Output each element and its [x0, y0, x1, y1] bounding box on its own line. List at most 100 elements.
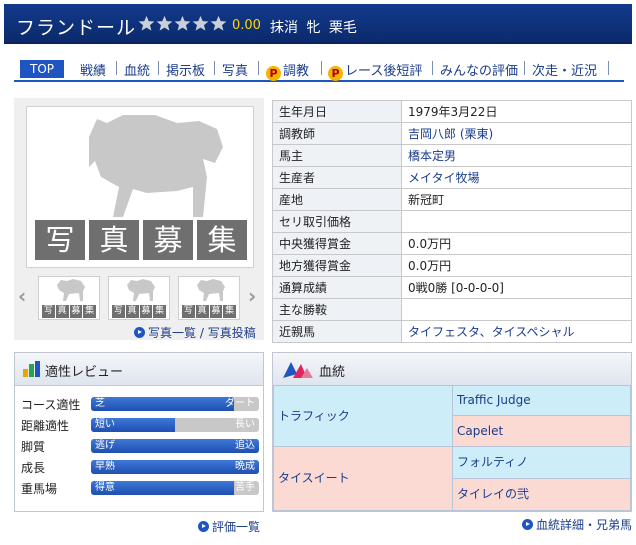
- aptitude-right-label: 苦手: [235, 482, 255, 493]
- pedigree-sire[interactable]: トラフィック: [273, 385, 453, 447]
- profile-value[interactable]: タイフェスタ、タイスペシャル: [401, 320, 632, 343]
- photo-prev-icon[interactable]: ‹: [18, 284, 26, 308]
- profile-label: 馬主: [272, 144, 402, 167]
- aptitude-bar: 早熟 晩成: [91, 460, 259, 474]
- main-photo[interactable]: 写 真 募 集: [26, 106, 254, 268]
- aptitude-label: 脚質: [21, 440, 46, 454]
- photo-next-icon[interactable]: ›: [248, 284, 256, 308]
- aptitude-bar-fill: [91, 439, 259, 453]
- profile-value: 0.0万円: [401, 254, 632, 277]
- premium-icon: P: [328, 66, 343, 81]
- thumb-label: 写真募集: [112, 305, 166, 318]
- pedigree-sire-sire[interactable]: Traffic Judge: [452, 385, 631, 416]
- photo-wanted-char: 募: [143, 220, 193, 260]
- tab-next-race[interactable]: 次走・近況: [532, 60, 597, 79]
- aptitude-right-label: 追込: [235, 440, 255, 451]
- aptitude-left-label: 短い: [95, 419, 115, 430]
- tab-photos[interactable]: 写真: [222, 60, 248, 79]
- profile-label: 産地: [272, 188, 402, 211]
- profile-label: 近親馬: [272, 320, 402, 343]
- profile-label: 生産者: [272, 166, 402, 189]
- profile-row: 生産者 メイタイ牧場: [272, 166, 632, 189]
- profile-value[interactable]: 橋本定男: [401, 144, 632, 167]
- horse-name: フランドール: [16, 17, 137, 39]
- pedigree-panel: 血統 トラフィック Traffic Judge Capelet タイスイート フ…: [272, 352, 632, 512]
- aptitude-bar: 得意 苦手: [91, 481, 259, 495]
- profile-label: 地方獲得賞金: [272, 254, 402, 277]
- tab-board[interactable]: 掲示板: [166, 60, 205, 79]
- photo-wanted-char: 写: [35, 220, 85, 260]
- tab-ratings[interactable]: みんなの評価: [440, 60, 518, 79]
- profile-value[interactable]: メイタイ牧場: [401, 166, 632, 189]
- ratings-list-link[interactable]: 評価一覧: [212, 520, 260, 534]
- star-icon: [192, 15, 209, 31]
- profile-row: 馬主 橋本定男: [272, 144, 632, 167]
- aptitude-left-label: 芝: [95, 398, 105, 409]
- profile-value[interactable]: 吉岡八郎 (栗東): [401, 122, 632, 145]
- profile-value: 新冠町: [401, 188, 632, 211]
- aptitude-header: 適性レビュー: [15, 353, 263, 386]
- thumb-label: 写真募集: [182, 305, 236, 318]
- horse-status: 抹消 牝 栗毛: [270, 20, 357, 36]
- tab-results[interactable]: 戦績: [80, 60, 106, 79]
- horse-header: フランドール 0.00 抹消 牝 栗毛: [4, 4, 632, 44]
- pedigree-sire-dam[interactable]: Capelet: [452, 415, 631, 447]
- aptitude-bar: 短い 長い: [91, 418, 259, 432]
- profile-row: 生年月日 1979年3月22日: [272, 100, 632, 123]
- profile-row: 通算成績 0戦0勝 [0-0-0-0]: [272, 276, 632, 299]
- tab-training[interactable]: P 調教: [266, 60, 309, 81]
- thumb-label: 写真募集: [42, 305, 96, 318]
- pedigree-detail-link[interactable]: 血統詳細・兄弟馬: [536, 518, 632, 532]
- aptitude-label: 成長: [21, 461, 46, 475]
- aptitude-label: 距離適性: [21, 419, 70, 433]
- horse-silhouette-icon: [57, 279, 85, 301]
- tab-top[interactable]: TOP: [20, 60, 64, 78]
- photo-post-link[interactable]: 写真投稿: [208, 326, 256, 340]
- ratings-list: 評価一覧: [198, 518, 260, 535]
- aptitude-right-label: ダート: [225, 398, 255, 409]
- pedigree-logo-icon: [283, 362, 313, 378]
- pedigree-dam-sire[interactable]: フォルティノ: [452, 446, 631, 479]
- star-icon: [210, 15, 227, 31]
- profile-value: 1979年3月22日: [401, 100, 632, 123]
- aptitude-row: 距離適性 短い 長い: [21, 416, 259, 434]
- pedigree-detail: 血統詳細・兄弟馬: [522, 516, 632, 533]
- profile-label: 中央獲得賞金: [272, 232, 402, 255]
- photo-wanted-char: 集: [197, 220, 247, 260]
- pedigree-dam-dam[interactable]: タイレイの弐: [452, 478, 631, 511]
- pedigree-dam[interactable]: タイスイート: [273, 446, 453, 511]
- photo-list-link[interactable]: 写真一覧: [148, 326, 196, 340]
- profile-row: 中央獲得賞金 0.0万円: [272, 232, 632, 255]
- profile-row: セリ取引価格: [272, 210, 632, 233]
- profile-row: 地方獲得賞金 0.0万円: [272, 254, 632, 277]
- profile-row: 近親馬 タイフェスタ、タイスペシャル: [272, 320, 632, 343]
- photo-thumbnail[interactable]: 写真募集: [38, 276, 100, 320]
- aptitude-bar: 芝 ダート: [91, 397, 259, 411]
- horse-silhouette-icon: [127, 279, 155, 301]
- pedigree-title: 血統: [319, 365, 346, 380]
- tab-race-review[interactable]: P レース後短評: [328, 60, 422, 81]
- profile-value: [401, 210, 632, 233]
- aptitude-row: 脚質 逃げ 追込: [21, 437, 259, 455]
- aptitude-bar: 逃げ 追込: [91, 439, 259, 453]
- aptitude-row: 成長 早熟 晩成: [21, 458, 259, 476]
- photo-wanted-char: 真: [89, 220, 139, 260]
- photo-thumbnail[interactable]: 写真募集: [178, 276, 240, 320]
- aptitude-label: コース適性: [21, 398, 81, 412]
- profile-value: 0戦0勝 [0-0-0-0]: [401, 276, 632, 299]
- horse-nav: TOP 戦績 血統 掲示板 写真 P 調教 P レース後短評 みんなの評価 次走・近…: [14, 58, 624, 82]
- pedigree-header: 血統: [273, 353, 631, 386]
- profile-value: 0.0万円: [401, 232, 632, 255]
- aptitude-title: 適性レビュー: [45, 365, 124, 380]
- star-icon: [138, 15, 155, 31]
- aptitude-left-label: 得意: [95, 482, 115, 493]
- tab-pedigree[interactable]: 血統: [124, 60, 150, 79]
- star-icon: [174, 15, 191, 31]
- aptitude-label: 重馬場: [21, 482, 58, 496]
- link-arrow-icon: [134, 327, 145, 338]
- aptitude-right-label: 晩成: [235, 461, 255, 472]
- photo-thumbnail[interactable]: 写真募集: [108, 276, 170, 320]
- aptitude-right-label: 長い: [235, 419, 255, 430]
- horse-profile-table: 生年月日 1979年3月22日 調教師 吉岡八郎 (栗東) 馬主 橋本定男 生産者 メイタイ牧…: [272, 100, 632, 343]
- aptitude-bar-fill: [91, 460, 259, 474]
